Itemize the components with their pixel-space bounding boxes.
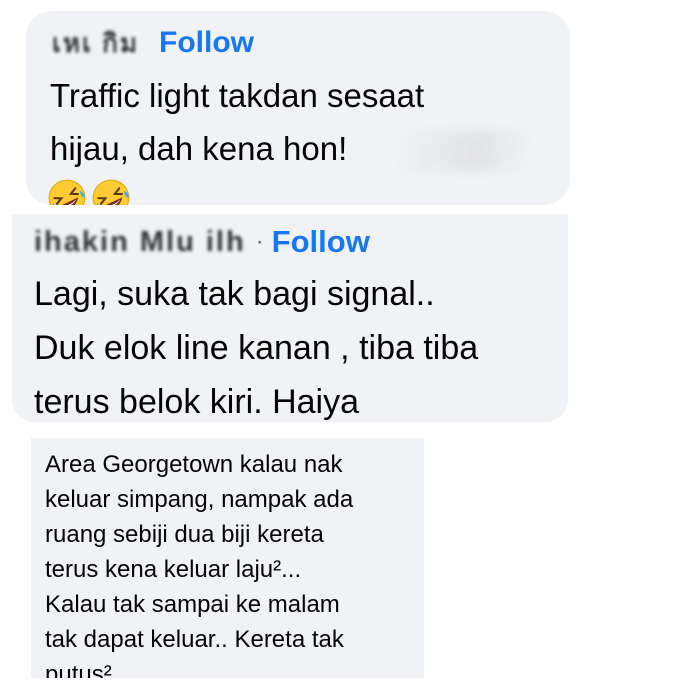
follow-button[interactable]: Follow: [272, 224, 370, 260]
emoji-row: [46, 177, 132, 205]
comment-bubble-3: Area Georgetown kalau nak keluar simpang…: [31, 438, 424, 678]
comment-text: Lagi, suka tak bagi signal.. Duk elok li…: [34, 275, 479, 421]
redaction-smudge: [398, 131, 528, 171]
author-name[interactable]: เหเ กิม: [52, 23, 139, 64]
rolling-on-floor-laughing-emoji: [90, 177, 132, 205]
separator-dot: ·: [255, 228, 264, 255]
follow-button[interactable]: Follow: [159, 26, 254, 60]
rolling-on-floor-laughing-emoji: [46, 177, 88, 205]
comment-header: เหเ กิม Follow: [52, 23, 254, 63]
comment-bubble-1: เหเ กิม Follow Traffic light takdan sesa…: [26, 11, 570, 205]
comment-text: Area Georgetown kalau nak keluar simpang…: [45, 451, 354, 678]
author-name[interactable]: ihakin Mlu ilh: [34, 226, 246, 259]
comment-bubble-2: ihakin Mlu ilh · Follow Lagi, suka tak b…: [12, 214, 568, 422]
comment-header: ihakin Mlu ilh · Follow: [34, 220, 370, 264]
comment-text: Traffic light takdan sesaat hijau, dah k…: [50, 77, 425, 167]
